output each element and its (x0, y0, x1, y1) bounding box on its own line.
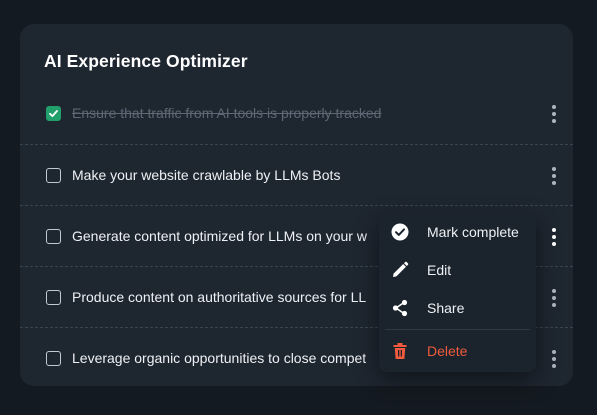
menu-item-delete[interactable]: Delete (379, 333, 536, 369)
more-options-icon[interactable] (547, 349, 561, 369)
menu-pointer (536, 227, 543, 241)
more-options-icon[interactable] (547, 166, 561, 186)
menu-divider (385, 329, 530, 330)
task-label: Generate content optimized for LLMs on y… (72, 228, 367, 244)
pencil-icon (393, 261, 409, 277)
trash-icon (393, 343, 407, 359)
task-row: Make your website crawlable by LLMs Bots (20, 144, 573, 205)
more-options-icon[interactable] (547, 288, 561, 308)
task-checkbox[interactable] (46, 290, 61, 305)
menu-item-label: Mark complete (427, 224, 519, 240)
task-checkbox-checked[interactable] (46, 106, 61, 121)
card-title: AI Experience Optimizer (44, 51, 248, 71)
menu-item-label: Delete (427, 343, 468, 359)
share-icon (392, 299, 408, 317)
task-label: Make your website crawlable by LLMs Bots (72, 167, 341, 183)
menu-item-edit[interactable]: Edit (379, 252, 536, 288)
task-label: Ensure that traffic from AI tools is pro… (72, 105, 382, 121)
task-checkbox[interactable] (46, 351, 61, 366)
task-row: Ensure that traffic from AI tools is pro… (20, 83, 573, 144)
more-options-icon-active[interactable] (547, 227, 561, 247)
menu-item-share[interactable]: Share (379, 290, 536, 326)
more-options-icon[interactable] (547, 104, 561, 124)
menu-item-label: Edit (427, 262, 452, 278)
task-checkbox[interactable] (46, 168, 61, 183)
task-checkbox[interactable] (46, 229, 61, 244)
task-label: Leverage organic opportunities to close … (72, 350, 367, 366)
menu-item-label: Share (427, 300, 465, 316)
task-context-menu: Mark complete Edit Share Delete (379, 212, 536, 372)
task-label: Produce content on authoritative sources… (72, 289, 367, 305)
checkmark-icon (49, 110, 58, 117)
menu-item-mark-complete[interactable]: Mark complete (379, 214, 536, 250)
check-circle-icon (391, 223, 409, 241)
